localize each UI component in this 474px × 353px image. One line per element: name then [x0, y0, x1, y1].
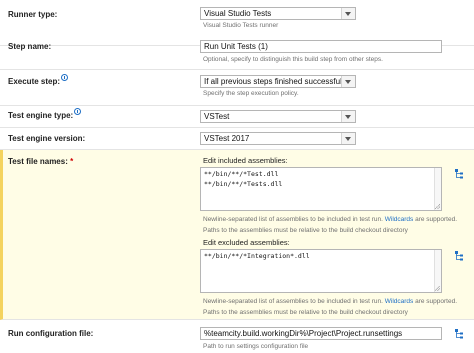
execute-step-row: Execute step: If all previous steps fini… [0, 70, 474, 106]
step-name-hint: Optional, specify to distinguish this bu… [203, 56, 383, 63]
step-name-input[interactable]: Run Unit Tests (1) [200, 40, 442, 53]
test-engine-type-value: VSTest [204, 112, 230, 121]
run-configuration-label: Run configuration file: [8, 329, 94, 338]
included-hint-paths: Paths to the assemblies must be relative… [203, 227, 408, 234]
execute-step-label: Execute step: [8, 74, 69, 86]
included-line: **/bin/**/*Tests.dll [204, 180, 283, 188]
build-step-form: Runner type: Visual Studio Tests Visual … [0, 0, 474, 353]
chevron-down-icon [341, 133, 355, 144]
test-file-names-label: Test file names: * [8, 157, 74, 166]
excluded-assemblies-textarea[interactable]: **/bin/**/*Integration*.dll [200, 249, 442, 293]
run-configuration-value[interactable]: %teamcity.build.workingDir%\Project\Proj… [200, 327, 442, 340]
wildcards-link[interactable]: Wildcards [385, 298, 414, 305]
test-engine-version-select[interactable]: VSTest 2017 [200, 132, 356, 145]
runner-type-value: Visual Studio Tests [204, 9, 272, 18]
test-engine-version-row: Test engine version: VSTest 2017 [0, 128, 474, 150]
test-engine-type-label: Test engine type: [8, 108, 82, 120]
execute-step-hint: Specify the step execution policy. [203, 90, 299, 97]
included-hint: Newline-separated list of assemblies to … [203, 216, 458, 223]
test-engine-type-select[interactable]: VSTest [200, 110, 356, 123]
step-name-value[interactable]: Run Unit Tests (1) [200, 40, 442, 53]
excluded-hint-paths: Paths to the assemblies must be relative… [203, 309, 408, 316]
chevron-down-icon [341, 8, 355, 19]
run-configuration-hint: Path to run settings configuration file [203, 343, 309, 350]
runner-type-hint: Visual Studio Tests runner [203, 22, 279, 29]
included-assemblies-label: Edit included assemblies: [203, 156, 288, 165]
execute-step-value: If all previous steps finished successfu… [204, 77, 348, 86]
resize-handle[interactable] [435, 204, 440, 209]
tree-picker-icon[interactable] [455, 169, 465, 179]
excluded-assemblies-label: Edit excluded assemblies: [203, 238, 290, 247]
help-icon[interactable] [74, 108, 82, 115]
run-configuration-input[interactable]: %teamcity.build.workingDir%\Project\Proj… [200, 327, 442, 340]
chevron-down-icon [341, 111, 355, 122]
excluded-hint: Newline-separated list of assemblies to … [203, 298, 458, 305]
help-icon[interactable] [61, 74, 69, 81]
included-assemblies-textarea[interactable]: **/bin/**/*Test.dll **/bin/**/*Tests.dll [200, 167, 442, 211]
test-engine-version-value: VSTest 2017 [204, 134, 250, 143]
runner-type-select[interactable]: Visual Studio Tests [200, 7, 356, 20]
required-mark: * [70, 157, 74, 166]
tree-picker-icon[interactable] [455, 251, 465, 261]
runner-type-label: Runner type: [8, 10, 58, 19]
test-engine-version-label: Test engine version: [8, 134, 86, 143]
chevron-down-icon [341, 76, 355, 87]
resize-handle[interactable] [435, 286, 440, 291]
included-line: **/bin/**/*Test.dll [204, 170, 279, 178]
step-name-label: Step name: [8, 42, 52, 51]
excluded-line: **/bin/**/*Integration*.dll [204, 252, 310, 260]
test-engine-type-row: Test engine type: VSTest [0, 106, 474, 128]
wildcards-link[interactable]: Wildcards [385, 216, 414, 223]
tree-picker-icon[interactable] [455, 329, 465, 339]
run-configuration-row: Run configuration file: %teamcity.build.… [0, 320, 474, 353]
execute-step-select[interactable]: If all previous steps finished successfu… [200, 75, 356, 88]
step-name-row: Step name: Run Unit Tests (1) Optional, … [0, 37, 474, 70]
test-file-names-row: Test file names: * Edit included assembl… [0, 150, 474, 320]
